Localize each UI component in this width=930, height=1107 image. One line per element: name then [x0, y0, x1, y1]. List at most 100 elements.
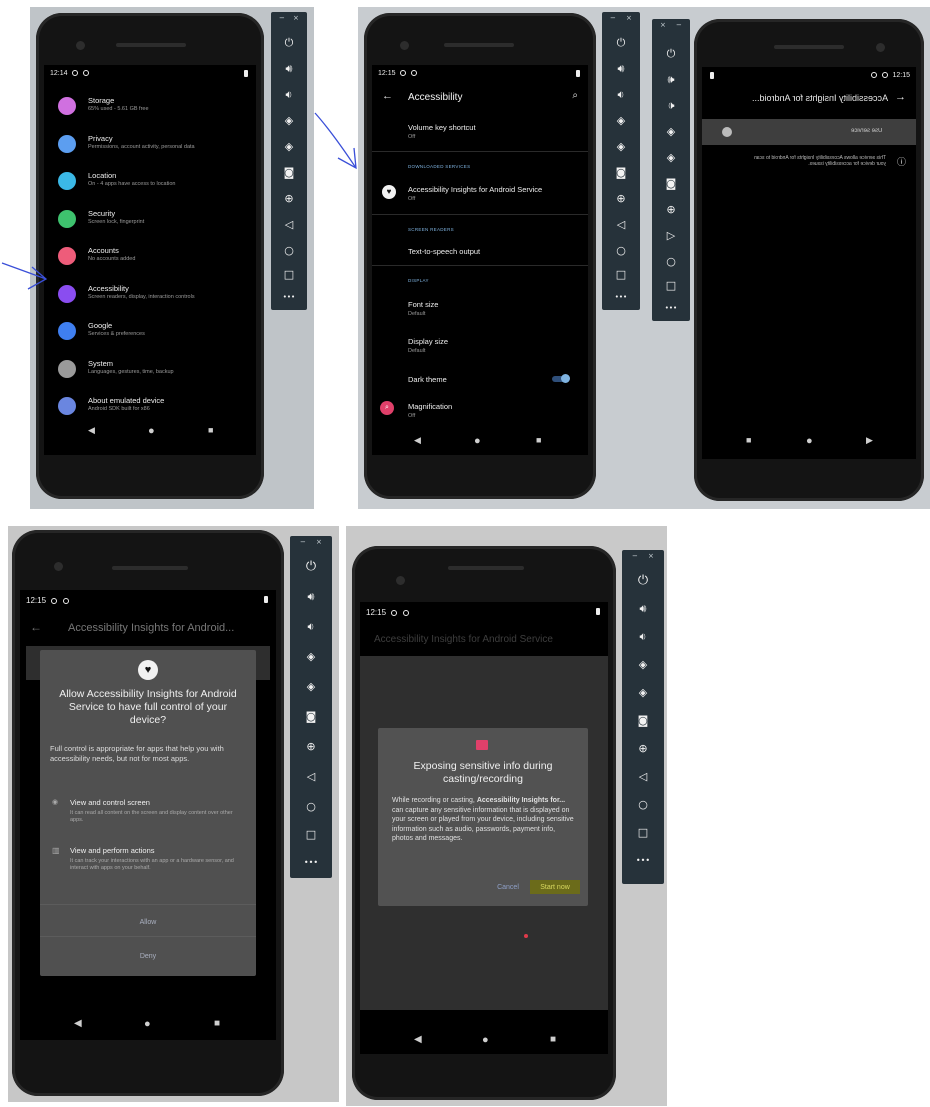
- close-button[interactable]: ×: [660, 21, 666, 29]
- settings-item[interactable]: About emulated device Android SDK built f…: [58, 393, 246, 423]
- volume-up-icon[interactable]: 🔊︎: [271, 62, 307, 76]
- home-icon[interactable]: ○: [652, 255, 690, 269]
- zoom-icon[interactable]: ⊕: [271, 192, 307, 206]
- home-icon[interactable]: ○: [602, 244, 640, 258]
- rotate-left-icon[interactable]: ◈: [271, 114, 307, 128]
- overview-icon[interactable]: □: [290, 828, 332, 842]
- settings-item[interactable]: Storage 65% used - 5.61 GB free: [58, 93, 246, 123]
- home-icon[interactable]: ○: [622, 798, 664, 812]
- rotate-right-icon[interactable]: ◈: [290, 680, 332, 694]
- camera-icon[interactable]: ◙: [652, 177, 690, 191]
- forward-arrow-icon[interactable]: →: [895, 91, 906, 103]
- list-item-tts[interactable]: Text-to-speech output: [408, 247, 480, 256]
- rotate-right-icon[interactable]: ◈: [652, 151, 690, 165]
- rotate-left-icon[interactable]: ◈: [290, 650, 332, 664]
- rotate-left-icon[interactable]: ◈: [602, 114, 640, 128]
- back-icon[interactable]: ◁: [271, 218, 307, 232]
- more-icon[interactable]: •••: [652, 301, 690, 315]
- nav-forward-icon[interactable]: ▶: [866, 435, 873, 446]
- close-button[interactable]: ×: [316, 538, 322, 546]
- settings-item[interactable]: Location On - 4 apps have access to locat…: [58, 168, 246, 198]
- rotate-left-icon[interactable]: ◈: [622, 658, 664, 672]
- nav-home-icon[interactable]: ●: [144, 1018, 151, 1030]
- search-icon[interactable]: ⌕: [572, 90, 578, 101]
- service-toggle[interactable]: [722, 127, 732, 137]
- camera-icon[interactable]: ◙: [622, 714, 664, 728]
- nav-recents-icon[interactable]: ■: [214, 1018, 220, 1029]
- nav-recents-icon[interactable]: ■: [208, 425, 213, 435]
- nav-back-icon[interactable]: ◀: [414, 435, 421, 446]
- minimize-button[interactable]: −: [676, 21, 682, 29]
- home-icon[interactable]: ○: [271, 244, 307, 258]
- power-icon[interactable]: ⏻: [652, 47, 690, 61]
- nav-home-icon[interactable]: ●: [806, 435, 813, 447]
- zoom-icon[interactable]: ⊕: [652, 203, 690, 217]
- minimize-button[interactable]: −: [632, 552, 638, 560]
- volume-up-icon[interactable]: 🔊︎: [290, 590, 332, 604]
- nav-home-icon[interactable]: ●: [474, 435, 481, 447]
- back-arrow-icon[interactable]: ←: [30, 620, 42, 634]
- start-now-button[interactable]: Start now: [530, 880, 580, 894]
- nav-recents-icon[interactable]: ■: [550, 1034, 556, 1045]
- power-icon[interactable]: ⏻: [622, 574, 664, 588]
- rotate-left-icon[interactable]: ◈: [652, 125, 690, 139]
- minimize-button[interactable]: −: [279, 14, 285, 22]
- overview-icon[interactable]: □: [652, 279, 690, 293]
- use-service-row[interactable]: Use service: [702, 119, 916, 145]
- zoom-icon[interactable]: ⊕: [602, 192, 640, 206]
- rotate-right-icon[interactable]: ◈: [602, 140, 640, 154]
- cancel-button[interactable]: Cancel: [488, 880, 528, 894]
- settings-item[interactable]: Security Screen lock, fingerprint: [58, 206, 246, 236]
- minimize-button[interactable]: −: [610, 14, 616, 22]
- settings-item[interactable]: Google Services & preferences: [58, 318, 246, 348]
- settings-item[interactable]: Accessibility Screen readers, display, in…: [58, 281, 246, 311]
- home-icon[interactable]: ○: [290, 800, 332, 814]
- more-icon[interactable]: •••: [602, 290, 640, 304]
- nav-back-icon[interactable]: ◀: [414, 1034, 422, 1045]
- deny-button[interactable]: Deny: [40, 946, 256, 966]
- power-icon[interactable]: ⏻: [290, 560, 332, 574]
- overview-icon[interactable]: □: [602, 268, 640, 282]
- back-icon[interactable]: ◁: [290, 770, 332, 784]
- settings-item[interactable]: Accounts No accounts added: [58, 243, 246, 273]
- power-icon[interactable]: ⏻: [271, 36, 307, 50]
- close-button[interactable]: ×: [626, 14, 632, 22]
- allow-button[interactable]: Allow: [40, 912, 256, 932]
- settings-item[interactable]: System Languages, gestures, time, backup: [58, 356, 246, 386]
- overview-icon[interactable]: □: [622, 826, 664, 840]
- nav-recents-icon[interactable]: ■: [536, 435, 541, 445]
- settings-item[interactable]: Privacy Permissions, account activity, pe…: [58, 131, 246, 161]
- nav-home-icon[interactable]: ●: [148, 425, 155, 437]
- camera-icon[interactable]: ◙: [290, 710, 332, 724]
- minimize-button[interactable]: −: [300, 538, 306, 546]
- volume-up-icon[interactable]: 🔊︎: [652, 73, 690, 87]
- nav-back-icon[interactable]: ◀: [74, 1018, 82, 1029]
- power-icon[interactable]: ⏻: [602, 36, 640, 50]
- camera-icon[interactable]: ◙: [271, 166, 307, 180]
- volume-up-icon[interactable]: 🔊︎: [602, 62, 640, 76]
- volume-down-icon[interactable]: 🔉︎: [602, 88, 640, 102]
- camera-icon[interactable]: ◙: [602, 166, 640, 180]
- zoom-icon[interactable]: ⊕: [290, 740, 332, 754]
- rotate-right-icon[interactable]: ◈: [622, 686, 664, 700]
- back-icon[interactable]: ◁: [602, 218, 640, 232]
- rotate-right-icon[interactable]: ◈: [271, 140, 307, 154]
- back-arrow-icon[interactable]: ←: [382, 90, 393, 102]
- more-icon[interactable]: •••: [622, 854, 664, 868]
- nav-back-icon[interactable]: ◀: [88, 425, 95, 436]
- nav-home-icon[interactable]: ●: [482, 1034, 489, 1046]
- more-icon[interactable]: •••: [271, 290, 307, 304]
- volume-up-icon[interactable]: 🔊︎: [622, 602, 664, 616]
- back-icon[interactable]: ◁: [622, 770, 664, 784]
- zoom-icon[interactable]: ⊕: [622, 742, 664, 756]
- nav-recents-icon[interactable]: ■: [746, 435, 751, 445]
- dark-theme-toggle[interactable]: [552, 374, 570, 383]
- overview-icon[interactable]: □: [271, 268, 307, 282]
- volume-down-icon[interactable]: 🔉︎: [271, 88, 307, 102]
- more-icon[interactable]: •••: [290, 856, 332, 870]
- volume-down-icon[interactable]: 🔉︎: [290, 620, 332, 634]
- volume-down-icon[interactable]: 🔉︎: [622, 630, 664, 644]
- volume-down-icon[interactable]: 🔉︎: [652, 99, 690, 113]
- close-button[interactable]: ×: [293, 14, 299, 22]
- forward-icon[interactable]: ▷: [652, 229, 690, 243]
